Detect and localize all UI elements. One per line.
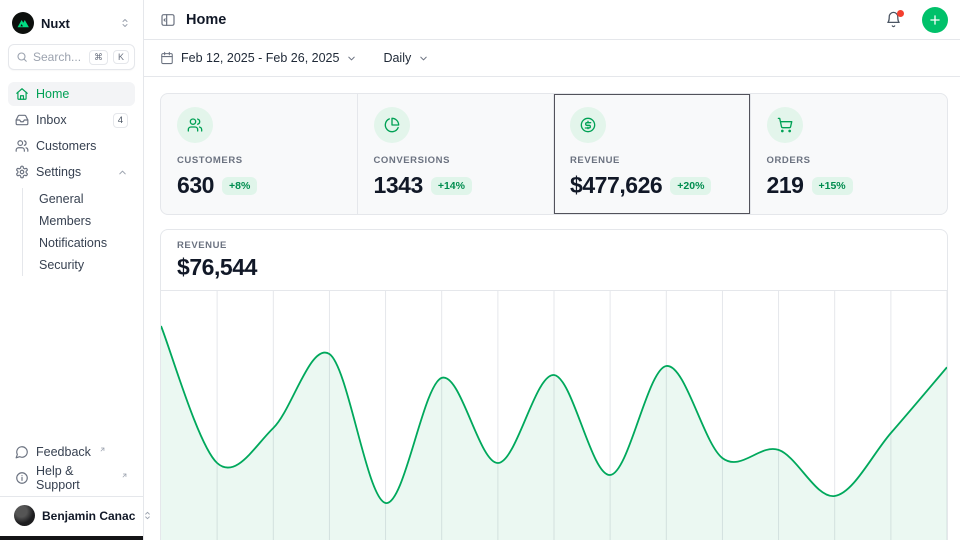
- chart-label: REVENUE: [177, 240, 931, 251]
- add-button[interactable]: [922, 7, 948, 33]
- sidebar-item-inbox[interactable]: Inbox 4: [8, 108, 135, 132]
- granularity-value: Daily: [383, 51, 411, 65]
- settings-subnav: General Members Notifications Security: [22, 188, 135, 276]
- sidebar-item-home[interactable]: Home: [8, 82, 135, 106]
- stat-delta-badge: +8%: [222, 177, 257, 195]
- users-icon: [177, 107, 213, 143]
- chevron-up-down-icon: [142, 510, 153, 521]
- nuxt-logo-icon: [12, 12, 34, 34]
- chart-header: REVENUE $76,544: [161, 230, 947, 291]
- user-name: Benjamin Canac: [42, 509, 135, 523]
- sidebar-item-notifications[interactable]: Notifications: [35, 232, 135, 254]
- footer-item-label: Feedback: [36, 445, 91, 459]
- stat-label: CUSTOMERS: [177, 155, 341, 166]
- stat-delta-badge: +20%: [670, 177, 711, 195]
- kbd-command: ⌘: [89, 50, 108, 65]
- date-range-picker[interactable]: Feb 12, 2025 - Feb 26, 2025: [160, 51, 357, 65]
- page-title: Home: [186, 12, 875, 28]
- sidebar-item-label: Settings: [36, 165, 110, 179]
- revenue-chart-card: REVENUE $76,544 14 Feb16 Feb18 Feb20 Feb…: [160, 229, 948, 540]
- sidebar-item-members[interactable]: Members: [35, 210, 135, 232]
- calendar-icon: [160, 51, 174, 65]
- sidebar-item-label: Members: [39, 214, 91, 228]
- granularity-select[interactable]: Daily: [383, 51, 429, 65]
- revenue-area-chart[interactable]: [161, 291, 947, 540]
- avatar: [14, 505, 35, 526]
- stat-value: 630: [177, 172, 214, 199]
- sidebar: Nuxt Search... ⌘ K Home: [0, 0, 144, 540]
- dashboard-app: Nuxt Search... ⌘ K Home: [0, 0, 960, 540]
- inbox-icon: [15, 113, 29, 127]
- sidebar-item-label: Customers: [36, 139, 96, 153]
- external-link-icon: [99, 442, 106, 456]
- bottom-dark-strip: [0, 536, 143, 540]
- stat-card-revenue[interactable]: REVENUE $477,626 +20%: [554, 94, 751, 214]
- message-circle-icon: [15, 445, 29, 459]
- sidebar-item-general[interactable]: General: [35, 188, 135, 210]
- plus-icon: [928, 13, 942, 27]
- dollar-circle-icon: [570, 107, 606, 143]
- home-icon: [15, 87, 29, 101]
- workspace-switcher[interactable]: Nuxt: [8, 8, 135, 44]
- stat-value: 1343: [374, 172, 423, 199]
- cart-icon: [767, 107, 803, 143]
- help-support-link[interactable]: Help & Support: [8, 466, 135, 490]
- sidebar-item-label: Notifications: [39, 236, 107, 250]
- sidebar-item-settings[interactable]: Settings: [8, 160, 135, 184]
- stats-row: CUSTOMERS 630 +8% CONVERSIONS 1343 +14%: [160, 93, 948, 215]
- sidebar-item-label: Security: [39, 258, 84, 272]
- workspace-name: Nuxt: [41, 16, 112, 31]
- chevron-down-icon: [346, 53, 357, 64]
- stat-label: CONVERSIONS: [374, 155, 538, 166]
- info-circle-icon: [15, 471, 29, 485]
- search-input[interactable]: Search... ⌘ K: [8, 44, 135, 70]
- top-header: Home: [144, 0, 960, 40]
- stat-value: 219: [767, 172, 804, 199]
- external-link-icon: [121, 468, 128, 482]
- gear-icon: [15, 165, 29, 179]
- page-content: CUSTOMERS 630 +8% CONVERSIONS 1343 +14%: [144, 77, 960, 540]
- stat-delta-badge: +15%: [812, 177, 853, 195]
- stat-card-customers[interactable]: CUSTOMERS 630 +8%: [161, 94, 358, 214]
- stat-value: $477,626: [570, 172, 662, 199]
- chevron-up-down-icon: [119, 17, 131, 29]
- main-area: Home Feb 12, 2025 - Feb 26, 2025 Daily: [144, 0, 960, 540]
- user-menu[interactable]: Benjamin Canac: [8, 497, 135, 532]
- chart-current-value: $76,544: [177, 254, 931, 281]
- stat-delta-badge: +14%: [431, 177, 472, 195]
- sidebar-item-label: Home: [36, 87, 69, 101]
- sidebar-collapse-icon[interactable]: [160, 12, 176, 28]
- chevron-down-icon: [418, 53, 429, 64]
- chart-pie-icon: [374, 107, 410, 143]
- sidebar-item-label: General: [39, 192, 83, 206]
- chart-svg: [161, 291, 947, 540]
- notifications-button[interactable]: [885, 11, 902, 28]
- stat-label: ORDERS: [767, 155, 932, 166]
- date-range-value: Feb 12, 2025 - Feb 26, 2025: [181, 51, 339, 65]
- search-placeholder: Search...: [33, 50, 84, 64]
- sidebar-item-customers[interactable]: Customers: [8, 134, 135, 158]
- stat-card-conversions[interactable]: CONVERSIONS 1343 +14%: [358, 94, 555, 214]
- inbox-count-badge: 4: [113, 113, 128, 128]
- kbd-k: K: [113, 50, 129, 64]
- sidebar-item-security[interactable]: Security: [35, 254, 135, 276]
- sidebar-nav: Home Inbox 4 Customers Settings: [8, 82, 135, 278]
- sidebar-item-label: Inbox: [36, 113, 106, 127]
- footer-item-label: Help & Support: [36, 464, 113, 492]
- filters-toolbar: Feb 12, 2025 - Feb 26, 2025 Daily: [144, 40, 960, 77]
- chevron-up-icon: [117, 167, 128, 178]
- notification-dot: [897, 10, 904, 17]
- users-icon: [15, 139, 29, 153]
- stat-card-orders[interactable]: ORDERS 219 +15%: [751, 94, 948, 214]
- stat-label: REVENUE: [570, 155, 734, 166]
- feedback-link[interactable]: Feedback: [8, 440, 135, 464]
- sidebar-footer: Feedback Help & Support: [8, 440, 135, 496]
- search-icon: [16, 51, 28, 63]
